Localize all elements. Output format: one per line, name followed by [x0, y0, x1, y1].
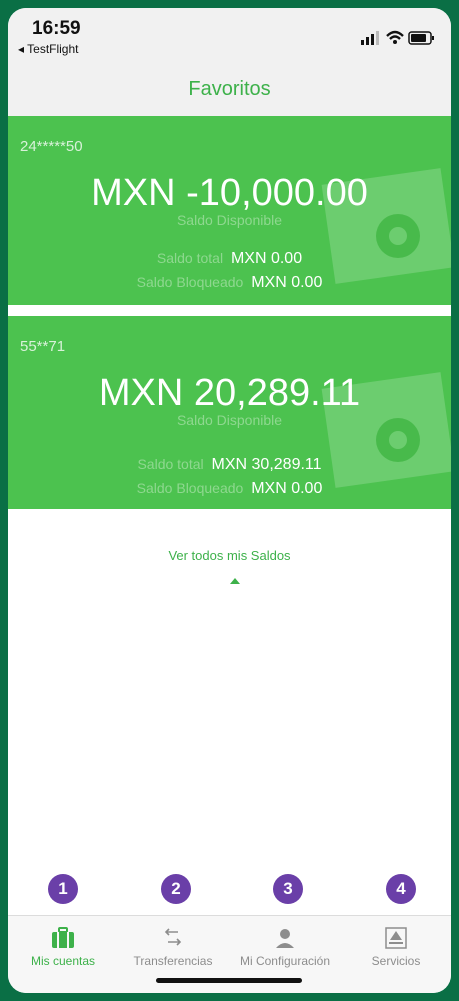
- home-indicator[interactable]: [156, 978, 302, 983]
- tab-label: Mi Configuración: [239, 954, 331, 968]
- total-balance-value: MXN 0.00: [230, 250, 303, 267]
- blocked-balance-row: Saldo Bloqueado MXN 0.00: [8, 274, 451, 292]
- caret-up-icon[interactable]: [230, 578, 240, 584]
- transfer-arrows-icon: [164, 928, 182, 946]
- back-to-app-link[interactable]: ◂ TestFlight: [18, 42, 79, 56]
- tab-label: Mis cuentas: [30, 954, 96, 968]
- blocked-balance-row: Saldo Bloqueado MXN 0.00: [8, 480, 451, 498]
- tab-label: Transferencias: [133, 954, 213, 968]
- phone-screen: 16:59 ◂ TestFlight Favoritos 24*****50 M…: [8, 8, 451, 993]
- step-badge: 4: [386, 874, 416, 904]
- system-icons: [361, 30, 434, 45]
- status-bar: 16:59 ◂ TestFlight: [8, 8, 451, 64]
- tab-label: Servicios: [371, 954, 421, 968]
- status-time: 16:59: [32, 18, 81, 39]
- account-card[interactable]: 55**71 MXN 20,289.11 Saldo Disponible Sa…: [8, 316, 451, 509]
- view-all-balances-link[interactable]: Ver todos mis Saldos: [8, 548, 451, 563]
- tab-transferencias[interactable]: Transferencias: [118, 926, 228, 976]
- back-app-label: TestFlight: [27, 42, 79, 56]
- account-card[interactable]: 24*****50 MXN -10,000.00 Saldo Disponibl…: [8, 116, 451, 305]
- account-number: 24*****50: [20, 138, 83, 155]
- nav-bar: Favoritos: [8, 64, 451, 116]
- available-balance-label: Saldo Disponible: [176, 412, 283, 428]
- available-balance-label: Saldo Disponible: [176, 212, 283, 228]
- blocked-balance-value: MXN 0.00: [251, 480, 323, 497]
- step-badge: 3: [273, 874, 303, 904]
- total-balance-label: Saldo total: [137, 456, 204, 472]
- battery-icon: [408, 31, 434, 45]
- step-badge: 2: [161, 874, 191, 904]
- step-badge: 1: [48, 874, 78, 904]
- briefcase-icon: [52, 927, 74, 948]
- user-icon: [276, 929, 294, 948]
- total-balance-value: MXN 30,289.11: [211, 456, 322, 473]
- page-title: Favoritos: [188, 78, 271, 100]
- account-number: 55**71: [20, 338, 66, 355]
- services-icon: [385, 927, 407, 949]
- total-balance-row: Saldo total MXN 30,289.11: [8, 456, 451, 474]
- available-balance: MXN -10,000.00: [91, 172, 368, 214]
- available-balance: MXN 20,289.11: [98, 372, 361, 414]
- tab-mi-configuracion[interactable]: Mi Configuración: [230, 926, 340, 976]
- total-balance-label: Saldo total: [156, 250, 224, 266]
- blocked-balance-label: Saldo Bloqueado: [136, 274, 244, 290]
- tab-servicios[interactable]: Servicios: [341, 926, 451, 976]
- blocked-balance-label: Saldo Bloqueado: [136, 480, 244, 496]
- tab-mis-cuentas[interactable]: Mis cuentas: [8, 926, 118, 976]
- blocked-balance-value: MXN 0.00: [251, 274, 323, 291]
- signal-icon: [361, 31, 379, 45]
- total-balance-row: Saldo total MXN 0.00: [8, 250, 451, 268]
- wifi-icon: [386, 30, 404, 44]
